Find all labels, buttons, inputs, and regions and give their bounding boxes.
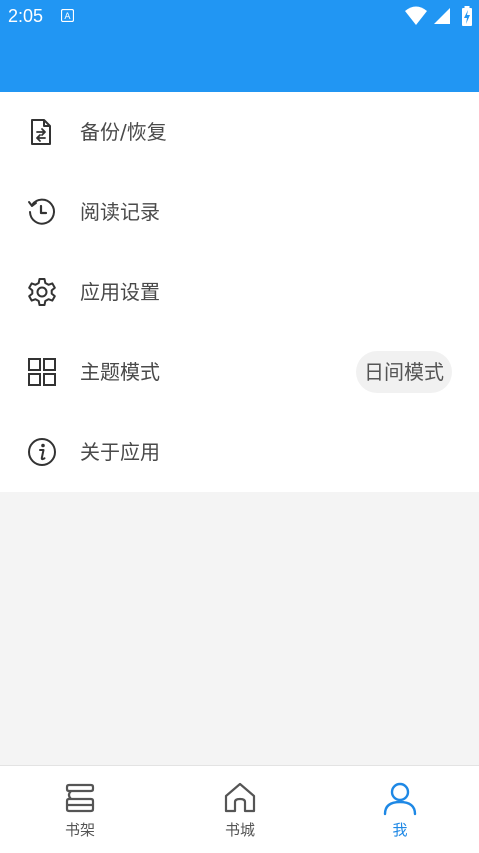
- menu-item-label: 应用设置: [80, 280, 160, 304]
- menu-item-label: 关于应用: [80, 440, 160, 464]
- status-time: 2:05: [8, 6, 44, 26]
- menu-item-label: 主题模式: [80, 360, 160, 384]
- history-icon: [28, 198, 55, 225]
- tab-label: 我: [392, 821, 408, 839]
- tab-label: 书城: [224, 821, 255, 839]
- backup-restore-icon: [31, 119, 51, 145]
- grid-icon: [28, 358, 56, 386]
- menu-item-label: 备份/恢复: [80, 120, 167, 144]
- tab-me[interactable]: 我: [320, 766, 479, 853]
- info-icon: [28, 438, 56, 466]
- home-icon: [224, 782, 256, 813]
- menu-item-reading-history[interactable]: 阅读记录: [0, 172, 479, 252]
- theme-mode-value[interactable]: 日间模式: [356, 351, 452, 393]
- wifi-icon: [405, 6, 427, 25]
- person-icon: [383, 782, 417, 816]
- menu-item-about-app[interactable]: 关于应用: [0, 412, 479, 492]
- svg-text:A: A: [64, 12, 71, 22]
- menu-item-label: 阅读记录: [80, 200, 160, 224]
- bottom-nav: 书架 书城 我: [0, 765, 479, 853]
- gear-icon: [28, 278, 56, 306]
- menu-item-theme-mode[interactable]: 主题模式 日间模式: [0, 332, 479, 412]
- bookshelf-icon: [65, 783, 95, 813]
- signal-icon: [434, 8, 450, 24]
- menu-item-backup-restore[interactable]: 备份/恢复: [0, 92, 479, 172]
- notification-a-icon: A: [61, 9, 74, 22]
- tab-label: 书架: [64, 821, 95, 839]
- status-bar: 2:05 A: [0, 0, 479, 32]
- menu-item-app-settings[interactable]: 应用设置: [0, 252, 479, 332]
- tab-bookshelf[interactable]: 书架: [0, 766, 160, 853]
- profile-menu: 备份/恢复 阅读记录 应用设置 主题模式 日间模式 关于应用: [0, 92, 479, 492]
- battery-charging-icon: [462, 6, 472, 26]
- tab-bookstore[interactable]: 书城: [160, 766, 320, 853]
